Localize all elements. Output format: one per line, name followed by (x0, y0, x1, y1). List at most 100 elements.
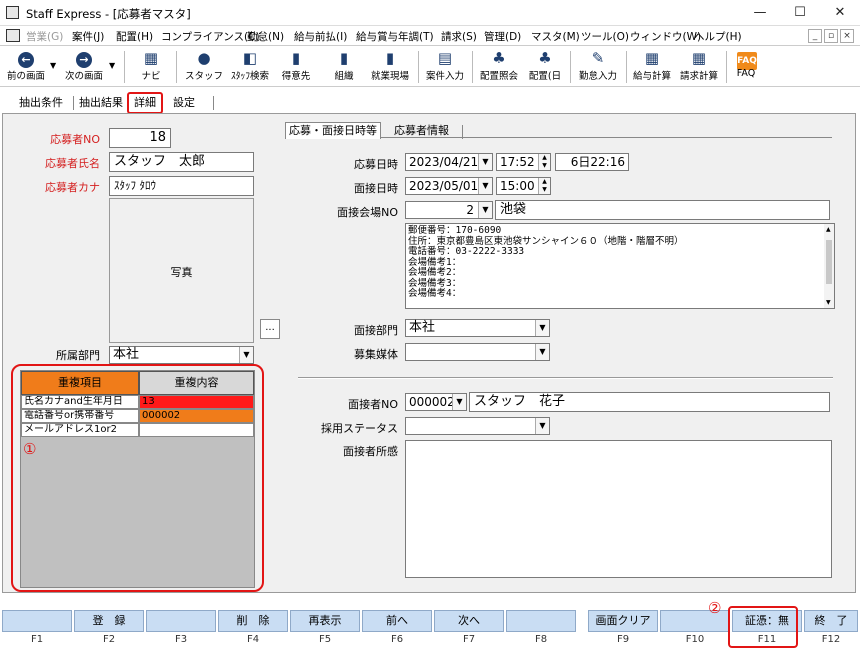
scroll-up-icon[interactable]: ▲ (826, 226, 831, 233)
back-button[interactable]: ← 前の画面 (4, 49, 48, 85)
photo-box[interactable]: 写真 (109, 198, 254, 343)
menu-salary-bonus[interactable]: 給与賞与年調(T) (356, 29, 434, 44)
dept-select[interactable]: 本社 ▼ (109, 346, 254, 364)
chevron-down-icon[interactable]: ▼ (535, 344, 549, 360)
forward-button[interactable]: → 次の画面 (62, 49, 106, 85)
chevron-down-icon[interactable]: ▼ (478, 202, 492, 218)
menu-admin[interactable]: 管理(D) (484, 29, 521, 44)
interview-time-spinner[interactable]: 15:00 ▲ ▼ (496, 177, 551, 195)
tab-application-interview[interactable]: 応募・面接日時等 (285, 122, 381, 139)
register-button[interactable]: 登 録 (74, 610, 144, 632)
menu-salary-advance[interactable]: 給与前払(I) (294, 29, 347, 44)
workplace-button[interactable]: ▮ 就業現場 (368, 49, 412, 85)
staff-button[interactable]: ● スタッフ (185, 49, 223, 85)
media-select[interactable]: ▼ (405, 343, 550, 361)
tab-applicant-info[interactable]: 応募者情報 (394, 123, 449, 139)
applicant-name-field[interactable]: スタッフ 太郎 (109, 152, 254, 172)
attendance-entry-button[interactable]: ✎ 勤怠入力 (575, 49, 621, 85)
maximize-button[interactable]: ☐ (780, 2, 820, 24)
divider (298, 377, 833, 379)
clear-screen-button[interactable]: 画面クリア (588, 610, 658, 632)
exit-button[interactable]: 終 了 (804, 610, 858, 632)
tab-settings[interactable]: 設定 (169, 93, 199, 113)
child-window-icon[interactable] (6, 29, 20, 42)
tab-separator (213, 96, 214, 110)
photo-browse-button[interactable]: ... (260, 319, 280, 339)
venue-info-textarea[interactable]: 郵便番号：170-6090 住所：東京都豊島区東池袋サンシャイン６０（地階・階層… (405, 223, 835, 309)
toolbar-separator (418, 51, 419, 83)
refresh-button[interactable]: 再表示 (290, 610, 360, 632)
tab-details[interactable]: 詳細 (127, 92, 163, 114)
child-close-button[interactable]: × (840, 29, 854, 43)
f2-label: F2 (102, 634, 116, 645)
dept-label: 所属部門 (56, 349, 100, 362)
scrollbar[interactable]: ▲ ▼ (824, 224, 834, 308)
menu-window[interactable]: ウィンドウ(W) (630, 29, 701, 44)
venue-no-select[interactable]: 2 ▼ (405, 201, 493, 219)
menu-tools[interactable]: ツール(O) (581, 29, 629, 44)
staff-search-icon: ◧ (242, 49, 258, 67)
placement-inquiry-button[interactable]: ♣ 配置照会 (476, 49, 522, 85)
previous-button[interactable]: 前へ (362, 610, 432, 632)
menu-attendance[interactable]: 勤怠(N) (247, 29, 284, 44)
chevron-down-icon[interactable]: ▼ (239, 347, 253, 363)
close-button[interactable]: ✕ (820, 2, 860, 24)
interview-date-picker[interactable]: 2023/05/01 ▼ (405, 177, 493, 195)
minimize-button[interactable]: — (740, 2, 780, 24)
menu-billing[interactable]: 請求(S) (441, 29, 477, 44)
forward-dropdown-icon[interactable]: ▼ (109, 61, 115, 70)
applicant-kana-field[interactable]: ｽﾀｯﾌ ﾀﾛｳ (109, 176, 254, 196)
interview-dept-select[interactable]: 本社 ▼ (405, 319, 550, 337)
organization-button[interactable]: ▮ 組織 (325, 49, 363, 85)
applicant-no-field[interactable]: 18 (109, 128, 171, 148)
menu-placement[interactable]: 配置(H) (116, 29, 153, 44)
next-button[interactable]: 次へ (434, 610, 504, 632)
faq-button[interactable]: FAQ FAQ (731, 49, 761, 85)
f8-label: F8 (534, 634, 548, 645)
apply-time-spinner[interactable]: 17:52 ▲ ▼ (496, 153, 551, 171)
scroll-thumb[interactable] (826, 240, 832, 284)
spinner-icon[interactable]: ▲ ▼ (538, 178, 550, 194)
menu-help[interactable]: ヘルプ(H) (694, 29, 742, 44)
interviewer-comment-textarea[interactable] (405, 440, 832, 578)
menu-sales[interactable]: 営業(G) (26, 29, 63, 44)
child-minimize-button[interactable]: _ (808, 29, 822, 43)
billing-button[interactable]: ▦ 請求計算 (676, 49, 722, 85)
chevron-down-icon[interactable]: ▼ (535, 418, 549, 434)
apply-date-picker[interactable]: 2023/04/21 ▼ (405, 153, 493, 171)
payroll-icon: ▦ (644, 49, 660, 67)
chevron-down-icon[interactable]: ▼ (535, 320, 549, 336)
f1-label: F1 (30, 634, 44, 645)
job-entry-button[interactable]: ▤ 案件入力 (422, 49, 468, 85)
client-button[interactable]: ▮ 得意先 (276, 49, 316, 85)
hiring-status-select[interactable]: ▼ (405, 417, 550, 435)
tab-extract-results[interactable]: 抽出結果 (75, 93, 127, 113)
chevron-down-icon[interactable]: ▼ (478, 154, 492, 170)
child-restore-button[interactable]: ▫ (824, 29, 838, 43)
scroll-down-icon[interactable]: ▼ (826, 299, 831, 306)
menu-compliance[interactable]: コンプライアンス(C) (161, 29, 260, 44)
menu-job[interactable]: 案件(J) (72, 29, 104, 44)
tab-separator (462, 125, 463, 139)
navi-button[interactable]: ▦ ナビ (134, 49, 168, 85)
menu-master[interactable]: マスタ(M) (531, 29, 580, 44)
f1-button[interactable] (2, 610, 72, 632)
workplace-icon: ▮ (385, 49, 395, 67)
chevron-down-icon[interactable]: ▼ (478, 178, 492, 194)
placement-daily-button[interactable]: ♣ 配置(日 (524, 49, 566, 85)
spinner-icon[interactable]: ▲ ▼ (538, 154, 550, 170)
staff-search-button[interactable]: ◧ ｽﾀｯﾌ検索 (227, 49, 273, 85)
placement-inquiry-icon: ♣ (492, 49, 506, 67)
tab-extract-conditions[interactable]: 抽出条件 (15, 93, 67, 113)
payroll-button[interactable]: ▦ 給与計算 (630, 49, 674, 85)
toolbar: ← 前の画面 ▼ → 次の画面 ▼ ▦ ナビ ● スタッフ ◧ ｽﾀｯﾌ検索 ▮… (0, 47, 860, 87)
venue-info-line: 郵便番号：170-6090 (408, 225, 502, 236)
f8-button[interactable] (506, 610, 576, 632)
interviewer-no-select[interactable]: 000002 ▼ (405, 393, 467, 411)
f3-button[interactable] (146, 610, 216, 632)
delete-button[interactable]: 削 除 (218, 610, 288, 632)
f5-label: F5 (318, 634, 332, 645)
back-dropdown-icon[interactable]: ▼ (50, 61, 56, 70)
chevron-down-icon[interactable]: ▼ (452, 394, 466, 410)
interview-dept-label: 面接部門 (354, 324, 398, 337)
